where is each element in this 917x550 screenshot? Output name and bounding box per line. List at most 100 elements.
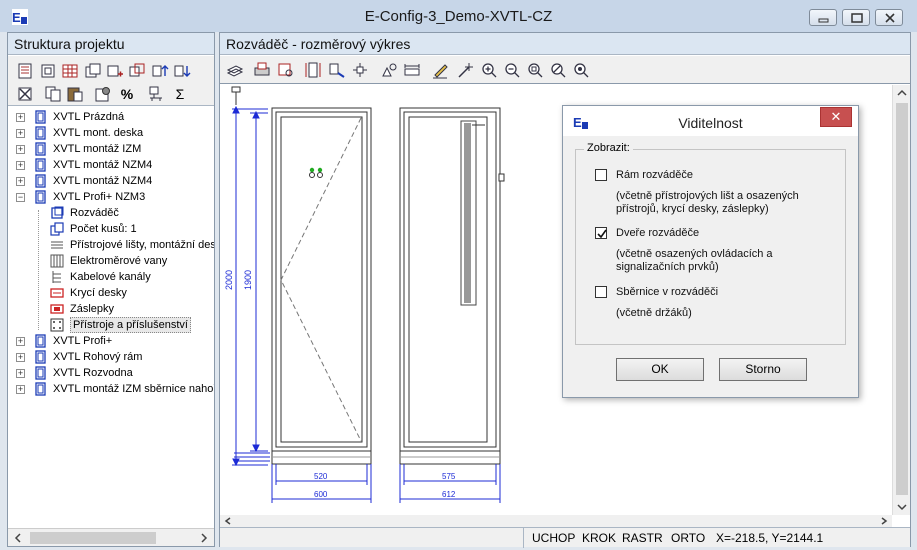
network-icon[interactable] xyxy=(148,85,166,103)
drawing-scroll-left-icon[interactable] xyxy=(224,517,232,525)
status-krok[interactable]: KROK xyxy=(582,531,616,545)
expand-icon[interactable]: + xyxy=(16,353,25,362)
status-orto[interactable]: ORTO xyxy=(671,531,705,545)
busbar-option-label[interactable]: Sběrnice v rozváděči xyxy=(616,286,718,299)
tree-item-label: XVTL Prázdná xyxy=(53,111,125,123)
expand-icon[interactable]: + xyxy=(16,129,25,138)
expand-icon[interactable]: + xyxy=(16,161,25,170)
move-parts-icon[interactable] xyxy=(328,61,346,79)
frame-option-desc-2: přístrojů, krycí desky, záslepky) xyxy=(616,203,769,215)
dialog-close-button[interactable]: ✕ xyxy=(820,107,852,127)
tree-connector xyxy=(38,210,39,330)
tree-item[interactable]: + XVTL mont. deska xyxy=(8,125,214,141)
meter-icon xyxy=(50,254,64,268)
grid-icon[interactable] xyxy=(61,62,79,80)
expand-icon[interactable]: + xyxy=(16,337,25,346)
cabinet-icon xyxy=(35,126,46,140)
zoom-window-icon[interactable] xyxy=(526,61,544,79)
cabinet-front-view xyxy=(271,107,372,465)
zoom-out-icon[interactable] xyxy=(503,61,521,79)
project-toolbar: % Σ xyxy=(8,56,214,106)
drawing-vertical-scrollbar[interactable] xyxy=(892,85,910,515)
cover-icon xyxy=(50,288,64,298)
tree-item[interactable]: + XVTL montáž NZM4 xyxy=(8,157,214,173)
duct-icon xyxy=(52,271,61,283)
print-icon[interactable] xyxy=(253,61,271,79)
doors-option-label[interactable]: Dveře rozváděče xyxy=(616,227,699,240)
expand-icon[interactable]: + xyxy=(16,369,25,378)
percent-button[interactable]: % xyxy=(118,85,136,103)
tree-item-label: XVTL montáž NZM4 xyxy=(53,175,153,187)
tree-item[interactable]: + XVTL montáž IZM sběrnice nahoř xyxy=(8,381,214,397)
frame-option-label[interactable]: Rám rozváděče xyxy=(616,169,693,182)
snap-icon[interactable] xyxy=(457,61,475,79)
collapse-icon[interactable]: − xyxy=(16,193,25,202)
scroll-left-icon[interactable] xyxy=(14,533,22,543)
left-horizontal-scrollbar[interactable] xyxy=(8,528,214,546)
tree-item-label: Záslepky xyxy=(70,303,115,315)
copy-icon[interactable] xyxy=(44,85,62,103)
zoom-pan-icon[interactable] xyxy=(549,61,567,79)
new-document-icon[interactable] xyxy=(16,62,34,80)
dimension-icon[interactable] xyxy=(304,61,322,79)
drawing-scroll-right-icon[interactable] xyxy=(880,517,888,525)
tree-item-label: Přístroje a příslušenství xyxy=(70,317,191,333)
tree-item[interactable]: − XVTL Profi+ NZM3 xyxy=(8,189,214,205)
zoom-in-icon[interactable] xyxy=(480,61,498,79)
tree-item-label: XVTL mont. deska xyxy=(53,127,144,139)
duplicate-frame-icon[interactable] xyxy=(128,62,146,80)
tree-item[interactable]: + XVTL Profi+ xyxy=(8,333,214,349)
expand-icon[interactable]: + xyxy=(16,113,25,122)
shapes-icon[interactable] xyxy=(380,61,398,79)
move-down-icon[interactable] xyxy=(173,62,191,80)
status-uchop[interactable]: UCHOP xyxy=(532,531,575,545)
left-scroll-thumb[interactable] xyxy=(30,532,156,544)
frame-checkbox[interactable] xyxy=(595,169,607,181)
drawing-horizontal-scrollbar[interactable] xyxy=(220,515,892,527)
window-title: E-Config-3_Demo-XVTL-CZ xyxy=(364,8,553,25)
expand-icon[interactable]: + xyxy=(16,177,25,186)
measure-icon[interactable] xyxy=(403,61,421,79)
tree-item-label: XVTL montáž IZM xyxy=(53,143,142,155)
print-preview-icon[interactable] xyxy=(277,61,295,79)
align-icon[interactable] xyxy=(351,61,369,79)
vertical-scroll-thumb[interactable] xyxy=(896,103,908,495)
tree-item[interactable]: + XVTL Prázdná xyxy=(8,109,214,125)
pen-icon[interactable] xyxy=(431,61,449,79)
ok-button[interactable]: OK xyxy=(616,358,704,381)
dialog-title: Viditelnost xyxy=(678,115,743,131)
tree-item[interactable]: + XVTL montáž IZM xyxy=(8,141,214,157)
cabinet-icon xyxy=(35,334,46,348)
copy-frame-icon[interactable] xyxy=(84,62,102,80)
scroll-up-icon[interactable] xyxy=(897,89,907,97)
tree-item-label: XVTL montáž NZM4 xyxy=(53,159,153,171)
sum-button[interactable]: Σ xyxy=(171,85,189,103)
project-structure-pane: Struktura projektu % Σ + XVTL Prázdná + XVT… xyxy=(7,32,215,547)
doors-option-desc-1: (včetně osazených ovládacích a xyxy=(616,248,773,260)
dim-width-front-inner: 520 xyxy=(314,472,328,481)
paste-icon[interactable] xyxy=(66,85,84,103)
minimize-button[interactable] xyxy=(809,9,837,26)
tree-item[interactable]: + XVTL Rohový rám xyxy=(8,349,214,365)
properties-icon[interactable] xyxy=(94,85,112,103)
tree-item-label: Krycí desky xyxy=(70,287,127,299)
tree-item[interactable]: + XVTL Rozvodna xyxy=(8,365,214,381)
maximize-button[interactable] xyxy=(842,9,870,26)
status-rastr[interactable]: RASTR xyxy=(622,531,663,545)
frame-icon[interactable] xyxy=(39,62,57,80)
close-window-button[interactable] xyxy=(875,9,903,26)
scroll-right-icon[interactable] xyxy=(200,533,208,543)
delete-icon[interactable] xyxy=(16,85,34,103)
layers-icon[interactable] xyxy=(226,61,244,79)
zoom-all-icon[interactable] xyxy=(572,61,590,79)
cancel-button[interactable]: Storno xyxy=(719,358,807,381)
expand-icon[interactable]: + xyxy=(16,145,25,154)
busbar-checkbox[interactable] xyxy=(595,286,607,298)
tree-item[interactable]: + XVTL montáž NZM4 xyxy=(8,173,214,189)
dim-width-side-inner: 575 xyxy=(442,472,456,481)
add-frame-icon[interactable] xyxy=(106,62,124,80)
expand-icon[interactable]: + xyxy=(16,385,25,394)
move-up-icon[interactable] xyxy=(151,62,169,80)
doors-checkbox[interactable] xyxy=(595,227,607,239)
scroll-down-icon[interactable] xyxy=(897,503,907,511)
